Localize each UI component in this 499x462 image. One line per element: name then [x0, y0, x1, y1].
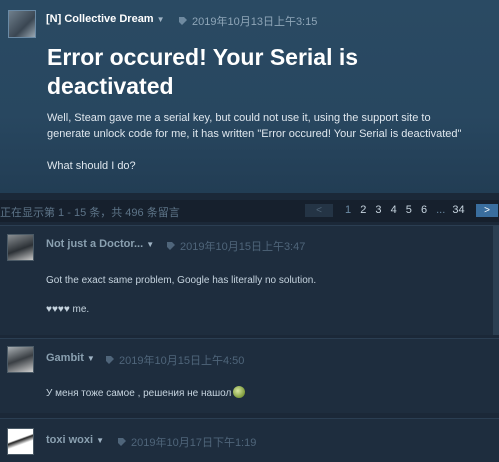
comment-text: У меня тоже самое , решения не нашол [46, 386, 246, 399]
op-date-text: 2019年10月13日上午3:15 [192, 16, 318, 28]
page-links: 1 2 3 4 5 6 ... 34 [345, 204, 471, 216]
comment-date-text: 2019年10月15日上午4:50 [119, 355, 245, 367]
op-body-line: Well, Steam gave me a serial key, but co… [47, 112, 431, 124]
page-title: Error occured! Your Serial is deactivate… [47, 44, 359, 99]
avatar[interactable] [7, 346, 34, 373]
page-link-2[interactable]: 2 [360, 204, 366, 216]
pin-icon [106, 356, 114, 364]
page-ellipsis: ... [436, 204, 446, 216]
next-page-button[interactable]: > [476, 204, 498, 217]
comment-text: Got the exact same problem, Google has l… [46, 275, 317, 286]
page-link-3[interactable]: 3 [375, 204, 381, 216]
comment-date: 2019年10月17日下午1:19 [117, 434, 256, 450]
op-question: What should I do? [47, 160, 136, 172]
pin-icon [118, 438, 126, 446]
page-link-34[interactable]: 34 [452, 204, 464, 216]
original-post: [N] Collective Dream ▼ 2019年10月13日上午3:15 … [0, 0, 499, 193]
chevron-down-icon[interactable]: ▼ [87, 354, 95, 363]
pin-icon [179, 17, 187, 25]
prev-page-button[interactable]: < [305, 204, 333, 217]
chevron-down-icon[interactable]: ▼ [96, 436, 104, 445]
avatar[interactable] [7, 428, 34, 455]
op-author-label[interactable]: [N] Collective Dream [46, 13, 154, 25]
comment: Gambit ▼ 2019年10月15日上午4:50 У меня тоже са… [0, 338, 499, 413]
comment-text: ♥♥♥♥ me. [46, 304, 90, 315]
comment-text-line: У меня тоже самое , решения не нашол [46, 388, 232, 399]
op-body: Well, Steam gave me a serial key, but co… [47, 110, 497, 142]
pagination-bar: 正在显示第 1 - 15 条，共 496 条留言 < 1 2 3 4 5 6 .… [0, 200, 499, 222]
comment-author-label[interactable]: toxi woxi [46, 434, 93, 446]
chevron-down-icon[interactable]: ▼ [157, 15, 165, 24]
page-link-6[interactable]: 6 [421, 204, 427, 216]
avatar[interactable] [8, 10, 36, 38]
avatar[interactable] [7, 234, 34, 261]
op-date: 2019年10月13日上午3:15 [178, 13, 317, 29]
comment-date-text: 2019年10月17日下午1:19 [131, 437, 257, 449]
pin-icon [167, 242, 175, 250]
comment: toxi woxi ▼ 2019年10月17日下午1:19 [0, 418, 499, 462]
chevron-down-icon[interactable]: ▼ [146, 240, 154, 249]
comment-count: 正在显示第 1 - 15 条，共 496 条留言 [0, 207, 180, 219]
comment-author[interactable]: Not just a Doctor... ▼ [46, 238, 154, 250]
comment: Not just a Doctor... ▼ 2019年10月15日上午3:47 … [0, 225, 499, 335]
page-link-5[interactable]: 5 [406, 204, 412, 216]
page-link-4[interactable]: 4 [391, 204, 397, 216]
comment-author[interactable]: Gambit ▼ [46, 352, 95, 364]
op-body-line: generate unlock code for me, it has writ… [47, 128, 462, 140]
scrollbar[interactable] [493, 225, 499, 335]
comment-date: 2019年10月15日上午4:50 [105, 352, 244, 368]
page-link-1[interactable]: 1 [345, 204, 351, 216]
comment-date: 2019年10月15日上午3:47 [166, 238, 305, 254]
comment-author-label[interactable]: Not just a Doctor... [46, 238, 143, 250]
comment-author[interactable]: toxi woxi ▼ [46, 434, 104, 446]
comment-date-text: 2019年10月15日上午3:47 [180, 241, 306, 253]
emoticon-icon [233, 386, 246, 398]
comment-author-label[interactable]: Gambit [46, 352, 84, 364]
op-author-name[interactable]: [N] Collective Dream ▼ [46, 13, 165, 25]
